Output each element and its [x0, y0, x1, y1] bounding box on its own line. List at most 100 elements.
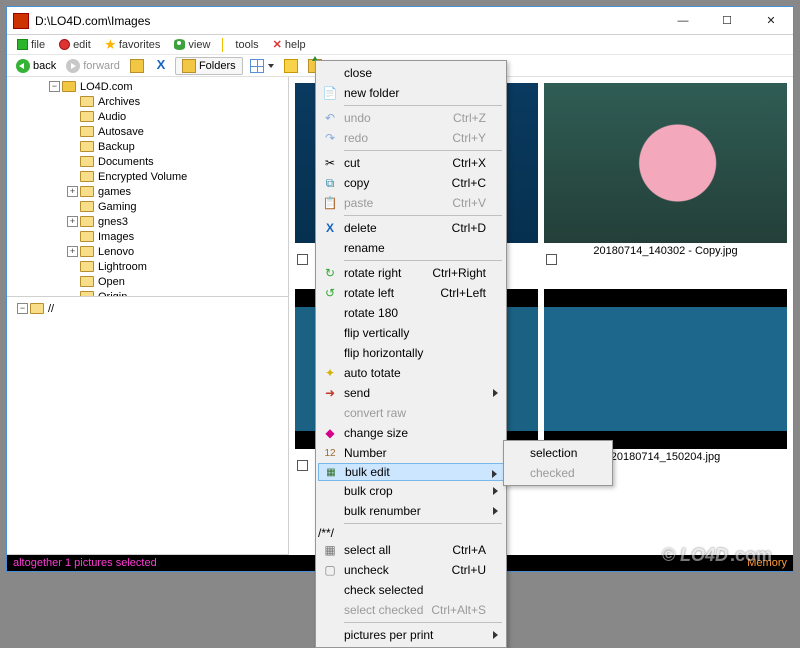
favorites-root[interactable]: −//: [11, 301, 284, 316]
tree-item[interactable]: + Lenovo: [9, 244, 286, 259]
folder-icon: [80, 141, 94, 152]
tree-item-label: Images: [98, 231, 134, 243]
expand-icon[interactable]: +: [67, 216, 78, 227]
folders-toggle-button[interactable]: Folders: [175, 57, 243, 75]
thumbnail-image[interactable]: [544, 289, 787, 449]
ctx-redo[interactable]: ↷redoCtrl+Y: [318, 128, 504, 148]
menu-help[interactable]: ✕help: [269, 37, 310, 52]
memory-status: Memory: [747, 557, 787, 569]
ctx-rotate-180[interactable]: rotate 180: [318, 303, 504, 323]
thumbnail-checkbox[interactable]: [546, 254, 557, 265]
number-icon: 12: [320, 448, 340, 459]
tree-item[interactable]: Archives: [9, 94, 286, 109]
folder-icon: [80, 276, 94, 287]
maximize-button[interactable]: ☐: [705, 7, 749, 35]
ctx-rotate-right[interactable]: ↻rotate rightCtrl+Right: [318, 263, 504, 283]
ctx-auto-rotate[interactable]: ✦auto totate: [318, 363, 504, 383]
menu-separator: [222, 38, 223, 52]
title-bar: D:\LO4D.com\Images — ☐ ✕: [7, 7, 793, 35]
ctx-uncheck[interactable]: ▢uncheckCtrl+U: [318, 560, 504, 580]
tree-item[interactable]: Images: [9, 229, 286, 244]
ctx-number[interactable]: 12Number: [318, 443, 504, 463]
tree-item[interactable]: Lightroom: [9, 259, 286, 274]
ctx-pictures-per-print[interactable]: pictures per print: [318, 625, 504, 645]
tree-item-label: Lenovo: [98, 246, 134, 258]
ctx-close[interactable]: close: [318, 63, 504, 83]
help-icon: ✕: [273, 38, 282, 51]
submenu-checked[interactable]: checked: [506, 463, 610, 483]
chevron-down-icon: [268, 64, 274, 68]
ctx-paste[interactable]: 📋pasteCtrl+V: [318, 193, 504, 213]
menu-favorites[interactable]: favorites: [101, 38, 165, 52]
context-menu[interactable]: close 📄new folder ↶undoCtrl+Z ↷redoCtrl+…: [315, 60, 507, 648]
ctx-bulk-edit[interactable]: ▦bulk edit: [318, 463, 504, 481]
window-title: D:\LO4D.com\Images: [35, 14, 661, 28]
x-icon: X: [154, 59, 168, 73]
ctx-rename[interactable]: rename: [318, 238, 504, 258]
tree-root[interactable]: −LO4D.com: [9, 79, 286, 94]
send-icon: ➜: [320, 386, 340, 400]
minimize-button[interactable]: —: [661, 7, 705, 35]
tree-item[interactable]: +games: [9, 184, 286, 199]
effects-button[interactable]: [281, 58, 301, 74]
window-buttons: — ☐ ✕: [661, 7, 793, 35]
menu-file[interactable]: file: [13, 38, 49, 52]
ctx-flip-horizontal[interactable]: flip horizontally: [318, 343, 504, 363]
menu-tools[interactable]: tools: [231, 38, 262, 52]
submenu-selection[interactable]: selection: [506, 443, 610, 463]
tree-item[interactable]: Open: [9, 274, 286, 289]
back-button[interactable]: back: [13, 58, 59, 74]
ctx-select-all[interactable]: ▦select allCtrl+A: [318, 540, 504, 560]
cut-icon: ✂: [320, 156, 340, 170]
menu-edit[interactable]: edit: [55, 38, 95, 52]
view-mode-button[interactable]: [247, 58, 277, 74]
resize-icon: ◆: [320, 426, 340, 440]
thumbnail-image[interactable]: [544, 83, 787, 243]
uncheck-icon: ▢: [320, 563, 340, 577]
ctx-undo[interactable]: ↶undoCtrl+Z: [318, 108, 504, 128]
ctx-flip-vertical[interactable]: flip vertically: [318, 323, 504, 343]
menu-view[interactable]: view: [170, 38, 214, 52]
close-button[interactable]: ✕: [749, 7, 793, 35]
ctx-new-folder[interactable]: 📄new folder: [318, 83, 504, 103]
folder-icon: [80, 231, 94, 242]
tree-item[interactable]: +gnes3: [9, 214, 286, 229]
ctx-separator: [344, 622, 502, 623]
folder-tree[interactable]: −LO4D.com ArchivesAudioAutosaveBackupDoc…: [7, 77, 288, 297]
expand-icon[interactable]: +: [67, 186, 78, 197]
ctx-select-checked[interactable]: select checkedCtrl+Alt+S: [318, 600, 504, 620]
tree-item[interactable]: Autosave: [9, 124, 286, 139]
folder-icon: [80, 111, 94, 122]
tree-item[interactable]: Origin: [9, 289, 286, 297]
thumbnail-checkbox[interactable]: [297, 460, 308, 471]
ctx-convert-raw[interactable]: convert raw: [318, 403, 504, 423]
expand-icon[interactable]: +: [67, 246, 78, 257]
collapse-icon[interactable]: −: [49, 81, 60, 92]
tree-item-label: Lightroom: [98, 261, 147, 273]
ctx-bulk-renumber[interactable]: bulk renumber: [318, 501, 504, 521]
favorites-tree[interactable]: −//: [7, 297, 288, 555]
tree-item[interactable]: Backup: [9, 139, 286, 154]
ctx-delete[interactable]: XdeleteCtrl+D: [318, 218, 504, 238]
ctx-change-size[interactable]: ◆change size: [318, 423, 504, 443]
wand-icon: [284, 59, 298, 73]
eye-icon: [174, 39, 185, 50]
submenu-bulk-edit[interactable]: selection checked: [503, 440, 613, 486]
collapse-icon[interactable]: −: [17, 303, 28, 314]
tree-item[interactable]: Encrypted Volume: [9, 169, 286, 184]
forward-button[interactable]: forward: [63, 58, 123, 74]
ctx-check-selected[interactable]: check selected: [318, 580, 504, 600]
tree-item[interactable]: Documents: [9, 154, 286, 169]
ctx-send[interactable]: ➜send: [318, 383, 504, 403]
open-folder-button[interactable]: [127, 58, 147, 74]
folder-icon: [80, 126, 94, 137]
ctx-rotate-left[interactable]: ↺rotate leftCtrl+Left: [318, 283, 504, 303]
thumbnail-checkbox[interactable]: [297, 254, 308, 265]
ctx-bulk-crop[interactable]: bulk crop: [318, 481, 504, 501]
thumbnail-cell[interactable]: 20180714_140302 - Copy.jpg: [544, 83, 787, 283]
ctx-cut[interactable]: ✂cutCtrl+X: [318, 153, 504, 173]
tree-item[interactable]: Audio: [9, 109, 286, 124]
ctx-copy[interactable]: ⧉copyCtrl+C: [318, 173, 504, 193]
tree-item[interactable]: Gaming: [9, 199, 286, 214]
delete-button[interactable]: X: [151, 58, 171, 74]
